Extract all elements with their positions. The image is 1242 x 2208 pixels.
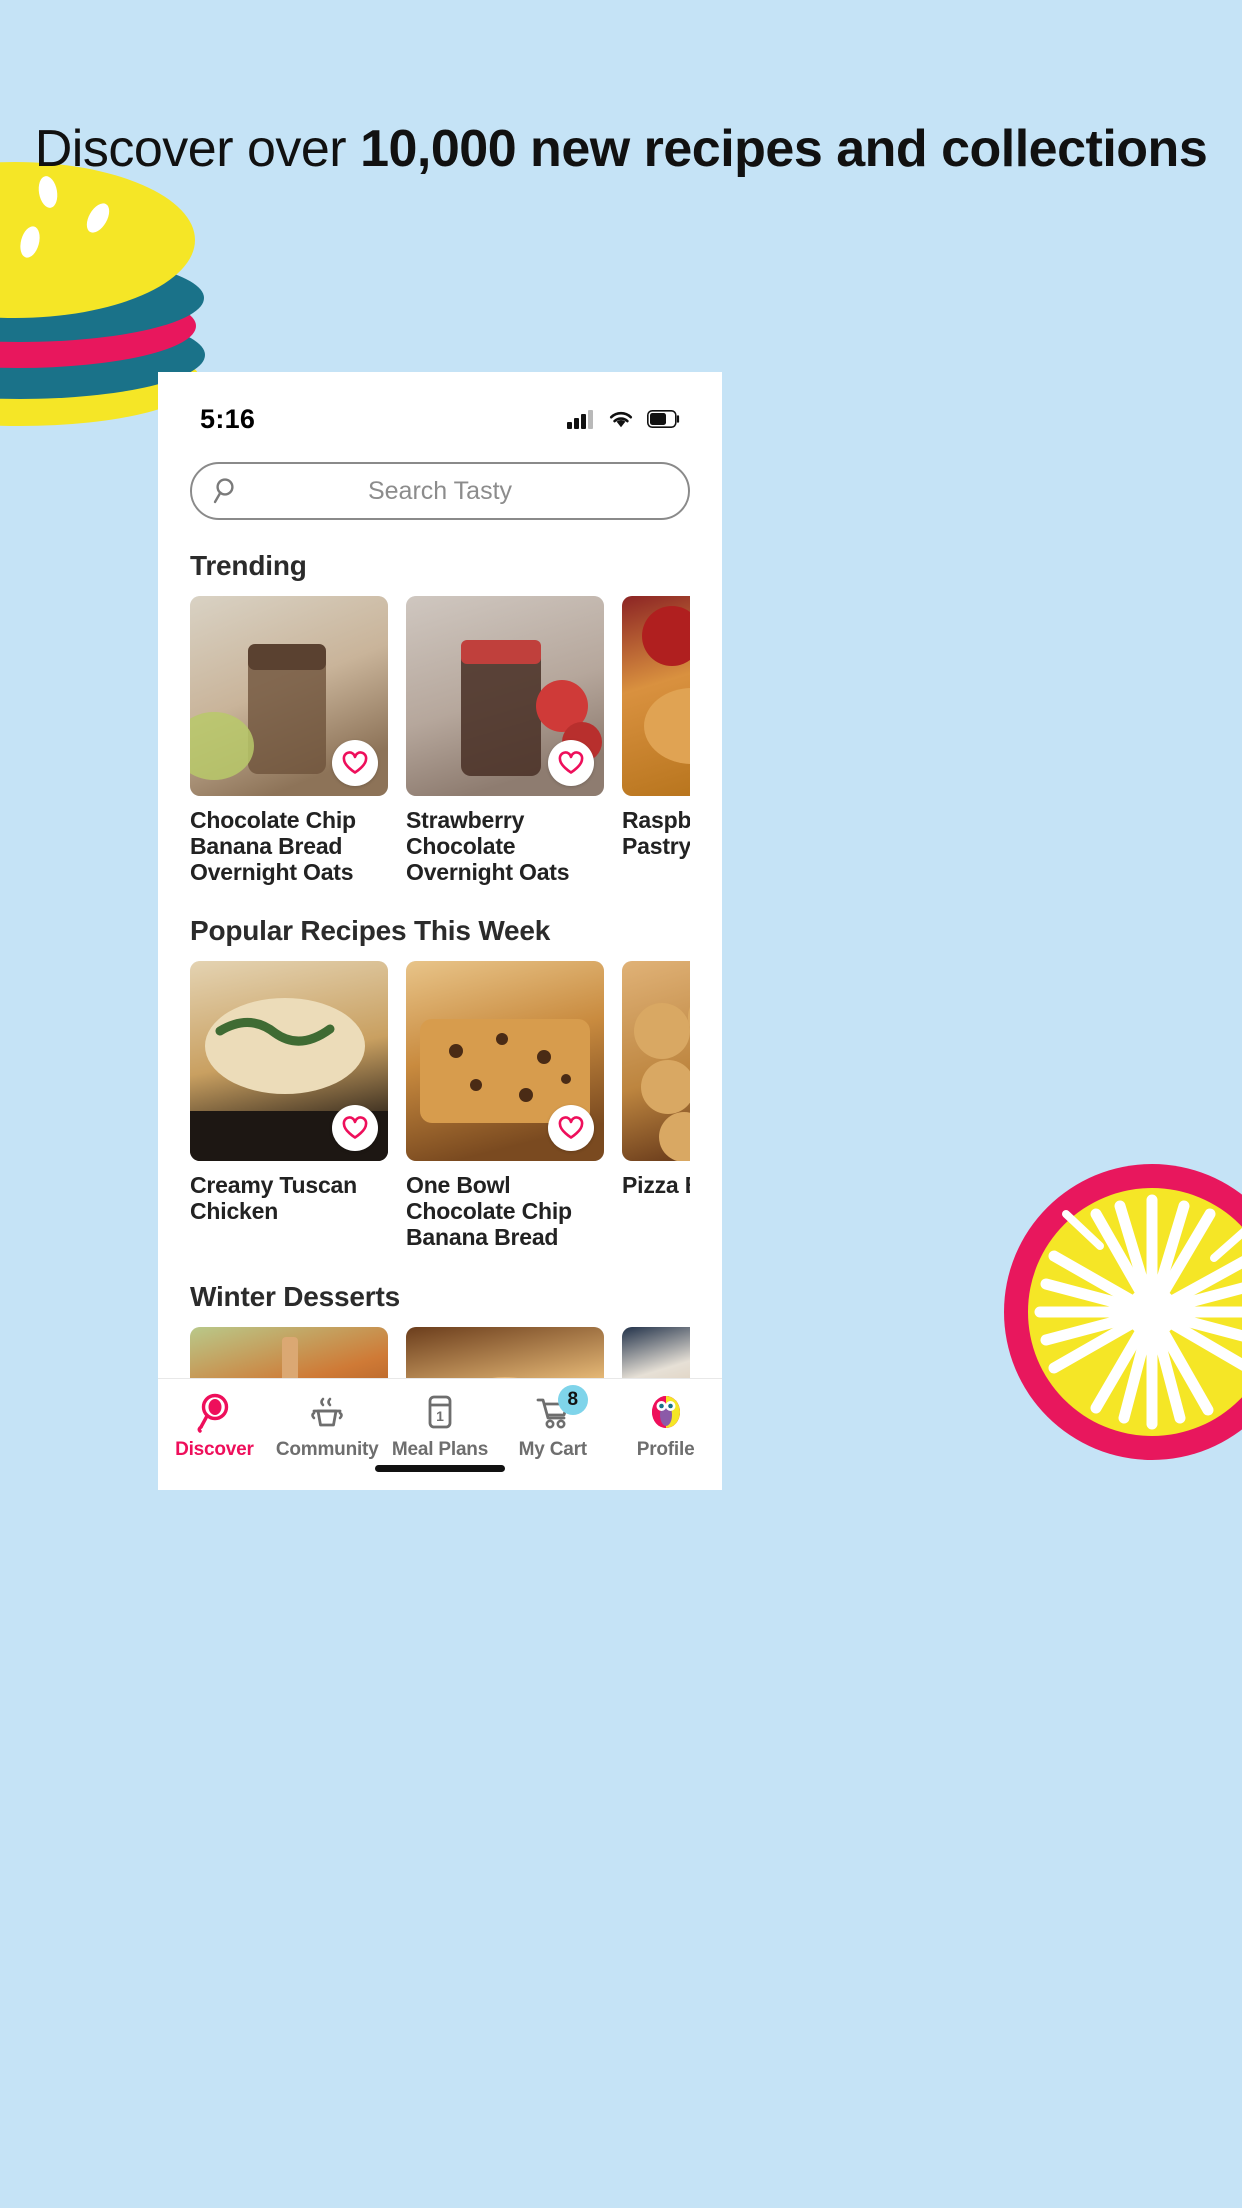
recipe-card[interactable]: Creamy Tuscan Chicken — [190, 961, 388, 1250]
cart-badge: 8 — [557, 1385, 588, 1415]
recipe-card[interactable]: Pizza Bombs — [622, 961, 690, 1250]
discover-pan-icon — [197, 1393, 229, 1433]
tab-my-cart[interactable]: 8 My Cart — [496, 1385, 609, 1461]
tab-label: Community — [275, 1439, 379, 1460]
battery-icon — [647, 410, 680, 428]
recipe-title: Chocolate Chip Banana Bread Overnight Oa… — [190, 807, 356, 885]
recipe-title: Strawberry Chocolate Overnight Oats — [406, 807, 570, 885]
section-title: Trending — [190, 550, 307, 581]
recipe-title: Raspberry Jam Pastry Hearts — [622, 807, 690, 859]
status-time: 5:16 — [200, 403, 256, 434]
wifi-icon — [609, 411, 633, 428]
heart-icon — [342, 1116, 368, 1140]
section-title: Winter Desserts — [190, 1280, 400, 1312]
home-indicator — [375, 1465, 505, 1472]
recipe-card[interactable]: Chocolate Chip Banana Bread Overnight Oa… — [190, 596, 388, 885]
section-title: Popular Recipes This Week — [190, 915, 551, 947]
favorite-button[interactable] — [548, 740, 594, 786]
recipe-card[interactable]: Raspberry Jam Pastry Hearts — [622, 596, 690, 885]
search-input[interactable]: Search Tasty — [190, 462, 690, 520]
tab-label: Meal Plans — [391, 1439, 489, 1460]
tab-discover[interactable]: Discover — [158, 1389, 271, 1461]
bottom-tab-bar: Discover Community 1 Meal Plans 8 My Car… — [158, 1378, 722, 1490]
favorite-button[interactable] — [332, 1105, 378, 1152]
favorite-button[interactable] — [548, 1105, 594, 1152]
cooking-pot-icon — [311, 1397, 343, 1427]
recipe-image — [622, 596, 690, 796]
heart-icon — [342, 751, 368, 774]
heart-icon — [558, 751, 584, 774]
recipe-card[interactable]: One Bowl Chocolate Chip Banana Bread — [406, 961, 604, 1250]
recipe-thumbnail[interactable] — [406, 961, 604, 1162]
promo-headline: Discover over 10,000 new recipes and col… — [0, 120, 1242, 180]
recipe-thumbnail[interactable] — [190, 961, 388, 1162]
recipe-row[interactable]: Chocolate Chip Banana Bread Overnight Oa… — [190, 596, 690, 885]
recipe-title: One Bowl Chocolate Chip Banana Bread — [406, 1172, 572, 1250]
tab-meal-plans[interactable]: 1 Meal Plans — [384, 1389, 497, 1461]
calendar-icon: 1 — [428, 1395, 452, 1429]
recipe-card[interactable]: Strawberry Chocolate Overnight Oats — [406, 596, 604, 885]
tab-label: My Cart — [518, 1439, 587, 1460]
avatar-icon — [651, 1396, 680, 1428]
section-trending: Trending Chocolate Chip Banana Bread Ove… — [158, 550, 722, 885]
recipe-image — [622, 961, 690, 1162]
recipe-thumbnail[interactable] — [190, 596, 388, 796]
search-placeholder: Search Tasty — [367, 476, 513, 505]
headline-bold: 10,000 new recipes and collections — [360, 120, 1208, 178]
recipe-title: Pizza Bombs — [622, 1172, 690, 1199]
recipe-row[interactable]: Creamy Tuscan Chicken One Bowl Chocolate… — [190, 961, 690, 1250]
tab-profile[interactable]: Profile — [609, 1389, 722, 1461]
recipe-thumbnail[interactable] — [622, 961, 690, 1162]
recipe-thumbnail[interactable] — [622, 596, 690, 796]
calendar-number: 1 — [436, 1408, 444, 1424]
tab-community[interactable]: Community — [271, 1389, 384, 1461]
headline-plain: Discover over — [34, 120, 361, 178]
favorite-button[interactable] — [332, 740, 378, 786]
tab-label: Profile — [636, 1439, 695, 1460]
section-popular-recipes: Popular Recipes This Week Creamy Tuscan … — [158, 915, 722, 1250]
cellular-signal-icon — [567, 410, 593, 429]
status-bar: 5:16 — [158, 372, 722, 448]
citrus-slice-illustration — [1004, 1164, 1242, 1460]
heart-icon — [558, 1116, 584, 1140]
recipe-title: Creamy Tuscan Chicken — [190, 1172, 357, 1224]
tab-label: Discover — [175, 1439, 254, 1460]
phone-mockup: 5:16 Search Tasty Trending Chocolate Chi… — [158, 372, 722, 1490]
recipe-thumbnail[interactable] — [406, 596, 604, 796]
